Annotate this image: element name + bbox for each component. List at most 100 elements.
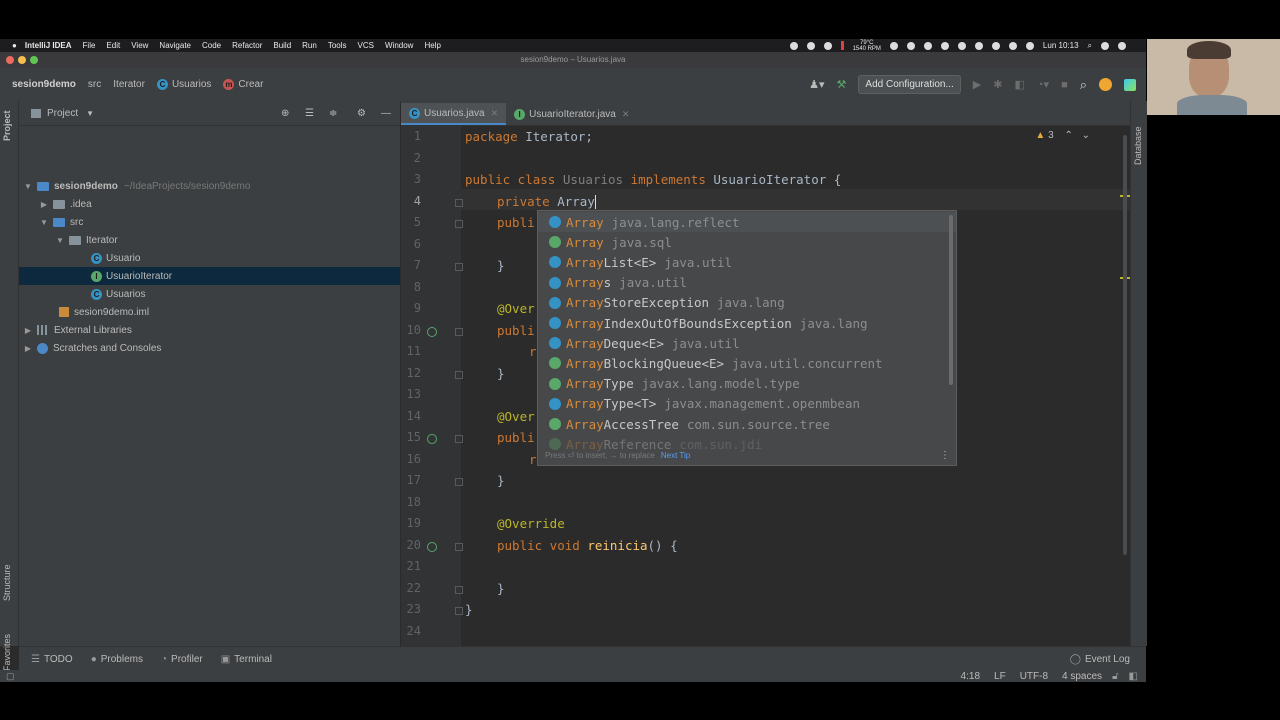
- menu-refactor[interactable]: Refactor: [232, 41, 262, 50]
- coverage-icon[interactable]: ◧: [1014, 78, 1024, 91]
- next-tip-link[interactable]: Next Tip: [661, 451, 690, 460]
- override-method-icon[interactable]: [427, 326, 437, 337]
- line-separator[interactable]: LF: [994, 671, 1006, 682]
- apple-icon[interactable]: ●: [12, 41, 17, 50]
- chat-icon[interactable]: [889, 41, 898, 50]
- run-icon[interactable]: ▶: [973, 78, 981, 91]
- menu-app-name[interactable]: IntelliJ IDEA: [25, 41, 72, 50]
- next-highlight-icon[interactable]: ⌄: [1082, 130, 1090, 141]
- tab-usuarioiterator-java[interactable]: I UsuarioIterator.java ✕: [506, 103, 637, 125]
- tree-item-iterator[interactable]: ▼ Iterator: [19, 231, 400, 249]
- code-line[interactable]: r: [529, 452, 537, 467]
- chevron-down-icon[interactable]: ▼: [86, 109, 94, 118]
- expand-all-icon[interactable]: ☰: [305, 108, 314, 119]
- tree-item-external-libraries[interactable]: ▶ External Libraries: [19, 321, 400, 339]
- volume-icon[interactable]: [1025, 41, 1034, 50]
- collapse-all-icon[interactable]: ≑: [329, 108, 337, 119]
- database-tool-button[interactable]: Database: [1133, 126, 1143, 165]
- completion-item[interactable]: Array java.lang.reflect: [538, 212, 956, 232]
- battery-bar-icon[interactable]: [840, 41, 844, 50]
- add-configuration-button[interactable]: Add Configuration...: [858, 75, 961, 94]
- code-line[interactable]: package Iterator;: [465, 129, 593, 144]
- profiler-tool-button[interactable]: ◔ Profiler: [161, 654, 203, 665]
- close-icon[interactable]: ✕: [622, 109, 630, 120]
- completion-item[interactable]: Array Deque<E> java.util: [538, 333, 956, 353]
- inspection-widget[interactable]: ▲ 3 ⌃ ⌄: [1035, 130, 1090, 141]
- override-method-icon[interactable]: [427, 434, 437, 444]
- search-icon[interactable]: ⌕: [1080, 77, 1087, 93]
- hide-panel-icon[interactable]: —: [381, 108, 391, 119]
- update-icon[interactable]: [1099, 78, 1112, 91]
- debug-icon[interactable]: ✱: [993, 78, 1002, 91]
- close-icon[interactable]: ✕: [491, 108, 499, 119]
- completion-item[interactable]: Array List<E> java.util: [538, 252, 956, 272]
- menu-build[interactable]: Build: [273, 41, 291, 50]
- code-line[interactable]: r: [529, 344, 537, 359]
- gear-icon[interactable]: ⚙: [357, 108, 366, 119]
- menu-navigate[interactable]: Navigate: [159, 41, 191, 50]
- circle-icon[interactable]: [906, 41, 915, 50]
- menu-run[interactable]: Run: [302, 41, 317, 50]
- project-tool-button[interactable]: Project: [2, 110, 12, 141]
- wifi-icon[interactable]: [1008, 41, 1017, 50]
- control-center-icon[interactable]: [1118, 41, 1126, 50]
- code-line[interactable]: private Array: [497, 194, 596, 209]
- tree-item-project-root[interactable]: ▼ sesion9demo ~/IdeaProjects/sesion9demo: [19, 177, 400, 195]
- target-icon[interactable]: [823, 41, 832, 50]
- completion-item[interactable]: Array java.sql: [538, 232, 956, 252]
- battery-icon[interactable]: [991, 41, 1000, 50]
- breadcrumb-class[interactable]: C Usuarios: [156, 79, 211, 90]
- tree-item-scratches[interactable]: ▶ Scratches and Consoles: [19, 339, 400, 357]
- menu-vcs[interactable]: VCS: [358, 41, 374, 50]
- completion-item[interactable]: Array AccessTree com.sun.source.tree: [538, 414, 956, 434]
- tree-item-usuario[interactable]: C Usuario: [19, 249, 400, 267]
- clock[interactable]: Lun 10:13: [1043, 41, 1079, 50]
- siri-icon[interactable]: [1101, 41, 1109, 50]
- menu-window[interactable]: Window: [385, 41, 413, 50]
- event-log-button[interactable]: ◯ Event Log: [1070, 654, 1130, 665]
- shield-icon[interactable]: [806, 41, 815, 50]
- menu-help[interactable]: Help: [424, 41, 440, 50]
- caret-position[interactable]: 4:18: [961, 671, 980, 682]
- code-line[interactable]: }: [465, 602, 473, 617]
- code-line[interactable]: public void reinicia() {: [497, 538, 678, 553]
- tab-usuarios-java[interactable]: C Usuarios.java ✕: [401, 103, 507, 125]
- previous-highlight-icon[interactable]: ⌃: [1064, 130, 1072, 141]
- code-line[interactable]: public class Usuarios implements Usuario…: [465, 172, 841, 187]
- indent-setting[interactable]: 4 spaces: [1062, 671, 1102, 682]
- tree-item-usuarios[interactable]: C Usuarios: [19, 285, 400, 303]
- record-icon[interactable]: [789, 41, 798, 50]
- project-view-selector[interactable]: Project: [47, 108, 78, 119]
- terminal-tool-button[interactable]: ▣ Terminal: [221, 654, 272, 665]
- breadcrumb-package[interactable]: Iterator: [113, 79, 145, 90]
- code-line[interactable]: }: [497, 581, 505, 596]
- mail-icon[interactable]: [940, 41, 949, 50]
- code-line[interactable]: publi: [497, 215, 535, 230]
- close-window-icon[interactable]: [6, 56, 14, 64]
- user-icon[interactable]: ♟▾: [809, 78, 824, 91]
- grid-icon[interactable]: [923, 41, 932, 50]
- completion-item[interactable]: Array BlockingQueue<E> java.util.concurren…: [538, 353, 956, 373]
- lock-icon[interactable]: 🔓︎: [1112, 671, 1118, 682]
- problems-tool-button[interactable]: ● Problems: [91, 654, 143, 665]
- code-line[interactable]: publi: [497, 323, 535, 338]
- breadcrumb-project[interactable]: sesion9demo: [12, 79, 76, 90]
- menu-view[interactable]: View: [131, 41, 148, 50]
- locate-icon[interactable]: ⊕: [281, 108, 289, 119]
- editor-scrollbar[interactable]: [1118, 135, 1130, 635]
- menu-code[interactable]: Code: [202, 41, 221, 50]
- completion-item[interactable]: Array IndexOutOfBoundsException java.lang: [538, 313, 956, 333]
- menu-file[interactable]: File: [83, 41, 96, 50]
- breadcrumb-src[interactable]: src: [88, 79, 101, 90]
- code-line[interactable]: publi: [497, 430, 535, 445]
- menu-edit[interactable]: Edit: [106, 41, 120, 50]
- tree-item-idea[interactable]: ▶ .idea: [19, 195, 400, 213]
- menu-tools[interactable]: Tools: [328, 41, 347, 50]
- code-line[interactable]: @Over: [497, 409, 535, 424]
- completion-options-icon[interactable]: ⋮: [940, 450, 950, 461]
- code-line[interactable]: }: [497, 366, 505, 381]
- minimize-window-icon[interactable]: [18, 56, 26, 64]
- breadcrumb-method[interactable]: m Crear: [223, 79, 263, 90]
- toggle-tool-windows-icon[interactable]: ▢: [6, 671, 15, 682]
- tree-item-src[interactable]: ▼ src: [19, 213, 400, 231]
